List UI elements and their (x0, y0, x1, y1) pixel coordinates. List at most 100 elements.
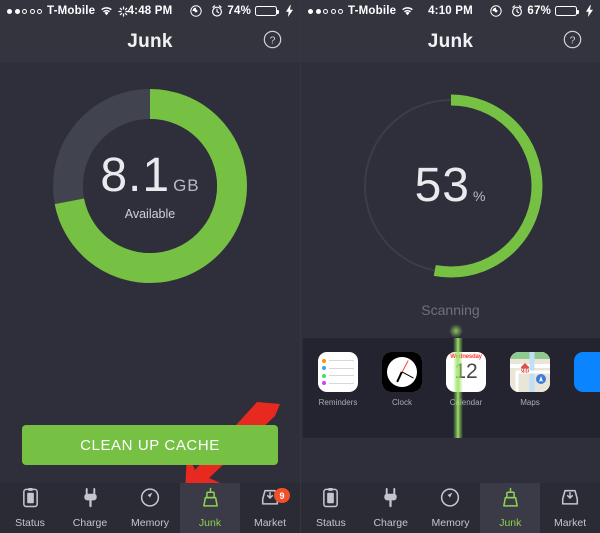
tab-charge-label: Charge (72, 517, 108, 529)
gauge-value-row: 53 % (415, 162, 487, 210)
tab-market-label: Market (554, 517, 587, 529)
plug-icon (81, 487, 100, 513)
list-item[interactable]: 280 Maps (507, 352, 553, 407)
location-icon (490, 5, 503, 17)
tab-junk-label: Junk (499, 517, 522, 529)
status-bar-right: 74% (185, 5, 293, 17)
list-item[interactable]: Reminders (315, 352, 361, 407)
location-icon (190, 5, 203, 17)
broom-icon (501, 487, 520, 513)
status-bar-left: T-Mobile (308, 5, 414, 17)
tab-status-label: Status (15, 517, 45, 529)
gauge-value: 53 (414, 159, 470, 212)
gauge-icon (440, 487, 460, 513)
market-badge: 9 (274, 488, 290, 503)
gauge-value: 8.1 (100, 148, 171, 202)
battery-percent-label: 74% (227, 5, 251, 17)
donut-chart-thin: 53 % (353, 88, 549, 284)
donut-chart-thick: 8.1 GB Available (52, 88, 248, 284)
gauge-unit: GB (173, 175, 200, 195)
page-title: Junk (427, 31, 474, 52)
right-content-area: 53 % Scanning Reminders Clock Wednesday … (301, 62, 600, 483)
scan-progress-gauge: 53 % (301, 88, 600, 284)
right-nav-bar: Junk ? (301, 22, 600, 62)
list-item[interactable]: Wednesday 12 Calendar (443, 352, 489, 407)
bolt-icon (286, 5, 293, 17)
list-item-partial[interactable] (571, 352, 600, 392)
tab-memory[interactable]: Memory (120, 483, 180, 533)
tab-market-label: Market (253, 517, 287, 529)
status-bar-left: T-Mobile (7, 5, 129, 17)
scanning-status-label: Scanning (421, 302, 480, 318)
svg-text:?: ? (270, 36, 276, 47)
tab-status-label: Status (316, 517, 346, 529)
tab-junk-label: Junk (198, 517, 222, 529)
storage-gauge: 8.1 GB Available (0, 88, 300, 284)
app-label: Calendar (449, 398, 483, 407)
dual-screenshot-comparison: T-Mobile 4:48 PM 74% Junk ? 8.1 GB Avail… (0, 0, 600, 533)
alarm-icon (211, 5, 223, 17)
signal-strength-dots (308, 8, 343, 14)
gauge-caption: Available (124, 206, 176, 221)
gauge-value-row: 8.1 GB (100, 148, 200, 202)
left-tab-bar: Status Charge Memory Junk 9 Market (0, 483, 300, 533)
tab-memory-label: Memory (431, 517, 470, 529)
right-tab-bar: Status Charge Memory Junk Market (301, 483, 600, 533)
carrier-label: T-Mobile (47, 5, 96, 17)
broom-icon (201, 487, 220, 513)
signal-strength-dots (7, 8, 42, 14)
loading-icon (118, 5, 129, 17)
tab-status[interactable]: Status (0, 483, 60, 533)
list-item[interactable]: Clock (379, 352, 425, 407)
carrier-label: T-Mobile (348, 5, 397, 17)
help-circle-icon[interactable]: ? (563, 30, 582, 54)
left-nav-bar: Junk ? (0, 22, 300, 62)
page-title: Junk (127, 31, 173, 52)
tab-junk[interactable]: Junk (180, 483, 240, 533)
scanned-apps-panel: Reminders Clock Wednesday 12 Calendar 28… (303, 338, 600, 438)
left-phone-screen: T-Mobile 4:48 PM 74% Junk ? 8.1 GB Avail… (0, 0, 300, 533)
clean-up-cache-button[interactable]: CLEAN UP CACHE (22, 425, 278, 465)
left-status-bar: T-Mobile 4:48 PM 74% (0, 0, 300, 22)
right-phone-screen: T-Mobile 4:10 PM 67% Junk ? 53 % Scannin… (300, 0, 600, 533)
tab-memory-label: Memory (131, 517, 169, 529)
calendar-date: 12 (454, 360, 478, 383)
wifi-icon (401, 6, 414, 16)
wifi-icon (100, 6, 113, 16)
app-label: Clock (391, 398, 412, 407)
calendar-app-icon: Wednesday 12 (446, 352, 486, 392)
gauge-center-readout: 8.1 GB Available (52, 88, 248, 284)
help-circle-icon[interactable]: ? (263, 30, 282, 54)
clipboard-icon (21, 487, 40, 513)
battery-percent-label: 67% (527, 5, 551, 17)
scan-beam-glow-icon (449, 324, 463, 338)
tab-charge[interactable]: Charge (361, 483, 421, 533)
clock-app-icon (382, 352, 422, 392)
app-icon-row: Reminders Clock Wednesday 12 Calendar 28… (303, 338, 600, 438)
tab-market[interactable]: 9 Market (240, 483, 300, 533)
status-bar-right: 67% (485, 5, 593, 17)
gauge-icon (140, 487, 160, 513)
battery-icon (255, 6, 279, 16)
app-label: Reminders (318, 398, 358, 407)
app-label: Maps (520, 398, 540, 407)
alarm-icon (511, 5, 523, 17)
svg-text:?: ? (570, 36, 576, 47)
left-content-area: 8.1 GB Available CLEAN UP CACHE (0, 62, 300, 494)
right-status-bar: T-Mobile 4:10 PM 67% (301, 0, 600, 22)
reminders-app-icon (318, 352, 358, 392)
maps-app-icon: 280 (510, 352, 550, 392)
gauge-unit: % (472, 188, 487, 204)
battery-icon (555, 6, 579, 16)
tab-charge-label: Charge (373, 517, 408, 529)
tab-market[interactable]: Market (540, 483, 600, 533)
tab-charge[interactable]: Charge (60, 483, 120, 533)
tab-memory[interactable]: Memory (421, 483, 481, 533)
bolt-icon (586, 5, 593, 17)
clean-up-cache-label: CLEAN UP CACHE (80, 436, 220, 454)
partial-app-icon (574, 352, 600, 392)
tab-junk[interactable]: Junk (480, 483, 541, 533)
gauge-center-readout: 53 % (353, 88, 549, 284)
tab-status[interactable]: Status (301, 483, 361, 533)
download-box-icon (560, 487, 580, 513)
